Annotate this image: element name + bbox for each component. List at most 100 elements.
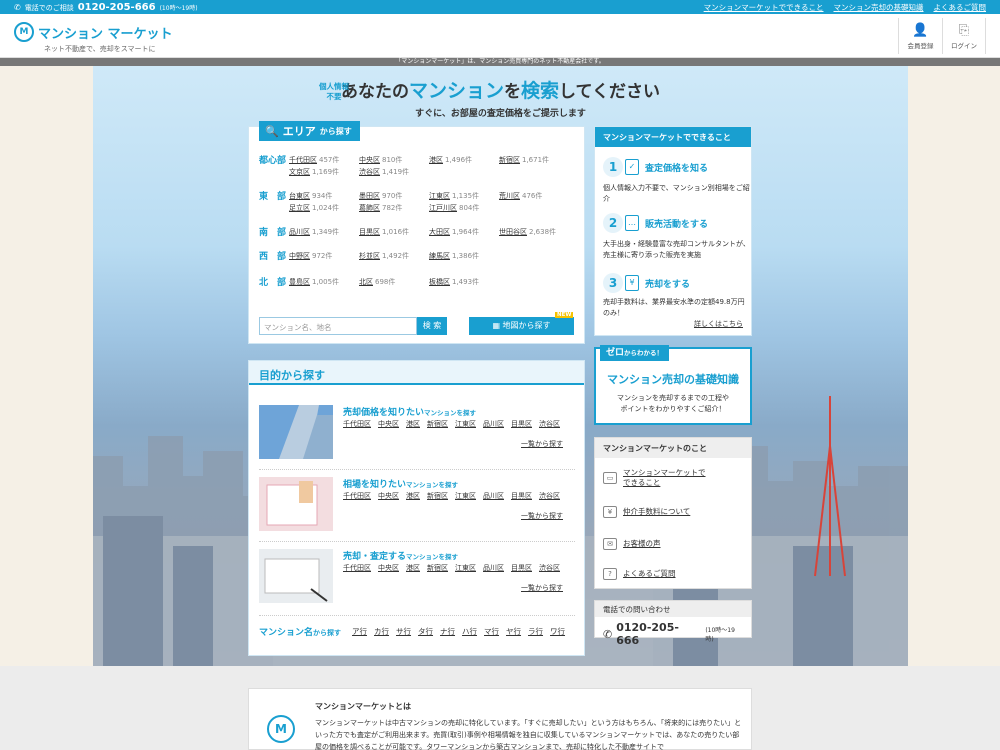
ward-link[interactable]: 中央区 810件 — [359, 155, 429, 166]
building-photo — [259, 405, 333, 459]
more-link[interactable]: 一覧から探す — [521, 439, 563, 449]
about-item[interactable]: ¥ 仲介手数料について — [603, 506, 690, 518]
zero-tag: ゼロからわかる！ — [600, 345, 670, 361]
kana-link[interactable]: ア行 — [352, 626, 367, 637]
person-speech-icon: … — [625, 215, 639, 231]
ward-link[interactable]: 中野区 972件 — [289, 251, 359, 263]
chat-icon: ✉ — [603, 538, 617, 550]
step-title: 販売活動をする — [645, 220, 709, 230]
ward-link[interactable]: 江東区 1,135件 — [429, 191, 499, 202]
ward-link[interactable]: 港区 — [406, 491, 420, 501]
ward-link[interactable]: 豊島区 1,005件 — [289, 277, 359, 289]
ward-link[interactable]: 中央区 — [378, 491, 399, 501]
user-icon: 👤 — [912, 23, 929, 38]
kana-link[interactable]: カ行 — [374, 626, 389, 637]
ward-link[interactable]: 渋谷区 1,419件 — [359, 167, 429, 178]
phone-box-number[interactable]: ✆ 0120-205-666 (10時～19時) — [595, 617, 751, 651]
ward-link[interactable]: 渋谷区 — [539, 491, 560, 501]
link-basics[interactable]: マンション売却の基礎知識 — [834, 2, 924, 13]
purpose-title[interactable]: 売却価格を知りたいマンションを探す — [343, 405, 476, 418]
document-photo — [259, 477, 333, 531]
ward-link[interactable]: 杉並区 1,492件 — [359, 251, 429, 263]
ward-link[interactable]: 目黒区 — [511, 491, 532, 501]
ward-link[interactable]: 港区 — [406, 563, 420, 573]
ward-link[interactable]: 千代田区 — [343, 419, 371, 429]
ward-link[interactable]: 渋谷区 — [539, 419, 560, 429]
ward-link[interactable]: 墨田区 970件 — [359, 191, 429, 202]
purpose-title[interactable]: 相場を知りたいマンションを探す — [343, 477, 458, 490]
ward-link[interactable]: 葛飾区 782件 — [359, 203, 429, 214]
about-item[interactable]: ▭ マンションマーケットで できること — [603, 468, 706, 488]
ward-link[interactable]: 荒川区 476件 — [499, 191, 569, 202]
ward-link[interactable]: 品川区 — [483, 563, 504, 573]
ward-link[interactable]: 練馬区 1,386件 — [429, 251, 499, 263]
ward-link[interactable]: 江東区 — [455, 491, 476, 501]
ward-link[interactable]: 港区 1,496件 — [429, 155, 499, 166]
purpose-item: 相場を知りたいマンションを探す 千代田区 中央区 港区 新宿区 江東区 品川区 目黒区 渋谷区… — [259, 477, 575, 539]
about-item[interactable]: ? よくあるご質問 — [603, 568, 676, 580]
top-bar: ✆ 電話でのご相談 0120-205-666 (10時～19時) マンションマー… — [0, 0, 1000, 14]
ward-link[interactable]: 中央区 — [378, 563, 399, 573]
ward-link[interactable]: 江戸川区 804件 — [429, 203, 499, 214]
kana-link[interactable]: ナ行 — [440, 626, 455, 637]
ward-link[interactable]: 文京区 1,169件 — [289, 167, 359, 178]
login-label: ログイン — [951, 42, 977, 50]
monitor-icon: ▭ — [603, 472, 617, 484]
ward-link[interactable]: 目黒区 — [511, 419, 532, 429]
ward-link[interactable]: 新宿区 — [427, 563, 448, 573]
register-button[interactable]: 👤 会員登録 — [898, 18, 942, 54]
kana-link[interactable]: ラ行 — [528, 626, 543, 637]
ward-link[interactable]: 渋谷区 — [539, 563, 560, 573]
ward-link[interactable]: 新宿区 1,671件 — [499, 155, 569, 166]
basics-banner[interactable]: ゼロからわかる！ マンション売却の基礎知識 マンションを売却するまでの工程や ポイ… — [594, 345, 752, 425]
ward-link[interactable]: 世田谷区 2,638件 — [499, 227, 569, 239]
ward-link[interactable]: 品川区 — [483, 491, 504, 501]
more-link[interactable]: 一覧から探す — [521, 511, 563, 521]
map-search-button[interactable]: ▦ 地図から探す — [469, 317, 574, 335]
ward-link[interactable]: 新宿区 — [427, 491, 448, 501]
kana-link[interactable]: ヤ行 — [506, 626, 521, 637]
ward-link[interactable]: 新宿区 — [427, 419, 448, 429]
ward-link[interactable]: 江東区 — [455, 419, 476, 429]
ward-link[interactable]: 板橋区 1,493件 — [429, 277, 499, 289]
ward-link[interactable]: 千代田区 — [343, 563, 371, 573]
ward-link[interactable]: 目黒区 1,016件 — [359, 227, 429, 239]
site-logo[interactable]: M マンション マーケット — [14, 22, 173, 42]
hero-side-right — [908, 66, 1000, 666]
top-phone[interactable]: ✆ 電話でのご相談 0120-205-666 (10時～19時) — [14, 2, 198, 13]
purpose-wards: 千代田区 中央区 港区 新宿区 江東区 品川区 目黒区 渋谷区 — [343, 563, 560, 573]
logo-text: マンション マーケット — [38, 26, 173, 42]
kana-link[interactable]: タ行 — [418, 626, 433, 637]
search-icon: 🔍 — [265, 124, 279, 138]
details-link[interactable]: 詳しくはこちら — [694, 319, 743, 329]
kana-link[interactable]: ハ行 — [462, 626, 477, 637]
ward-link[interactable]: 目黒区 — [511, 563, 532, 573]
ward-link[interactable]: 千代田区 457件 — [289, 155, 359, 166]
mansion-search-input[interactable]: マンション名、地名 — [259, 317, 417, 335]
ward-link[interactable]: 大田区 1,964件 — [429, 227, 499, 239]
ward-link[interactable]: 台東区 934件 — [289, 191, 359, 202]
ward-link[interactable]: 品川区 — [483, 419, 504, 429]
ward-link[interactable]: 千代田区 — [343, 491, 371, 501]
kana-link[interactable]: サ行 — [396, 626, 411, 637]
link-faq[interactable]: よくあるご質問 — [934, 2, 987, 13]
region-row: 南 部 品川区 1,349件 目黒区 1,016件 大田区 1,964件 世田谷区 2,… — [259, 227, 569, 239]
search-button[interactable]: 検 索 — [417, 317, 447, 335]
about-item[interactable]: ✉ お客様の声 — [603, 538, 661, 550]
ward-link[interactable]: 品川区 1,349件 — [289, 227, 359, 239]
kana-link[interactable]: ワ行 — [550, 626, 565, 637]
purpose-heading: 目的から探す — [249, 361, 584, 385]
step-title: 売却をする — [645, 280, 691, 290]
login-button[interactable]: ⎘ ログイン — [942, 18, 986, 54]
purpose-title[interactable]: 売却・査定するマンションを探す — [343, 549, 458, 562]
new-badge: NEW — [555, 312, 574, 318]
ward-link[interactable]: 江東区 — [455, 563, 476, 573]
ward-link[interactable]: 中央区 — [378, 419, 399, 429]
privacy-note: 個人情報 不要 — [319, 82, 349, 101]
link-can-do[interactable]: マンションマーケットでできること — [704, 2, 824, 13]
ward-link[interactable]: 北区 698件 — [359, 277, 429, 289]
ward-link[interactable]: 足立区 1,024件 — [289, 203, 359, 214]
kana-link[interactable]: マ行 — [484, 626, 499, 637]
more-link[interactable]: 一覧から探す — [521, 583, 563, 593]
ward-link[interactable]: 港区 — [406, 419, 420, 429]
